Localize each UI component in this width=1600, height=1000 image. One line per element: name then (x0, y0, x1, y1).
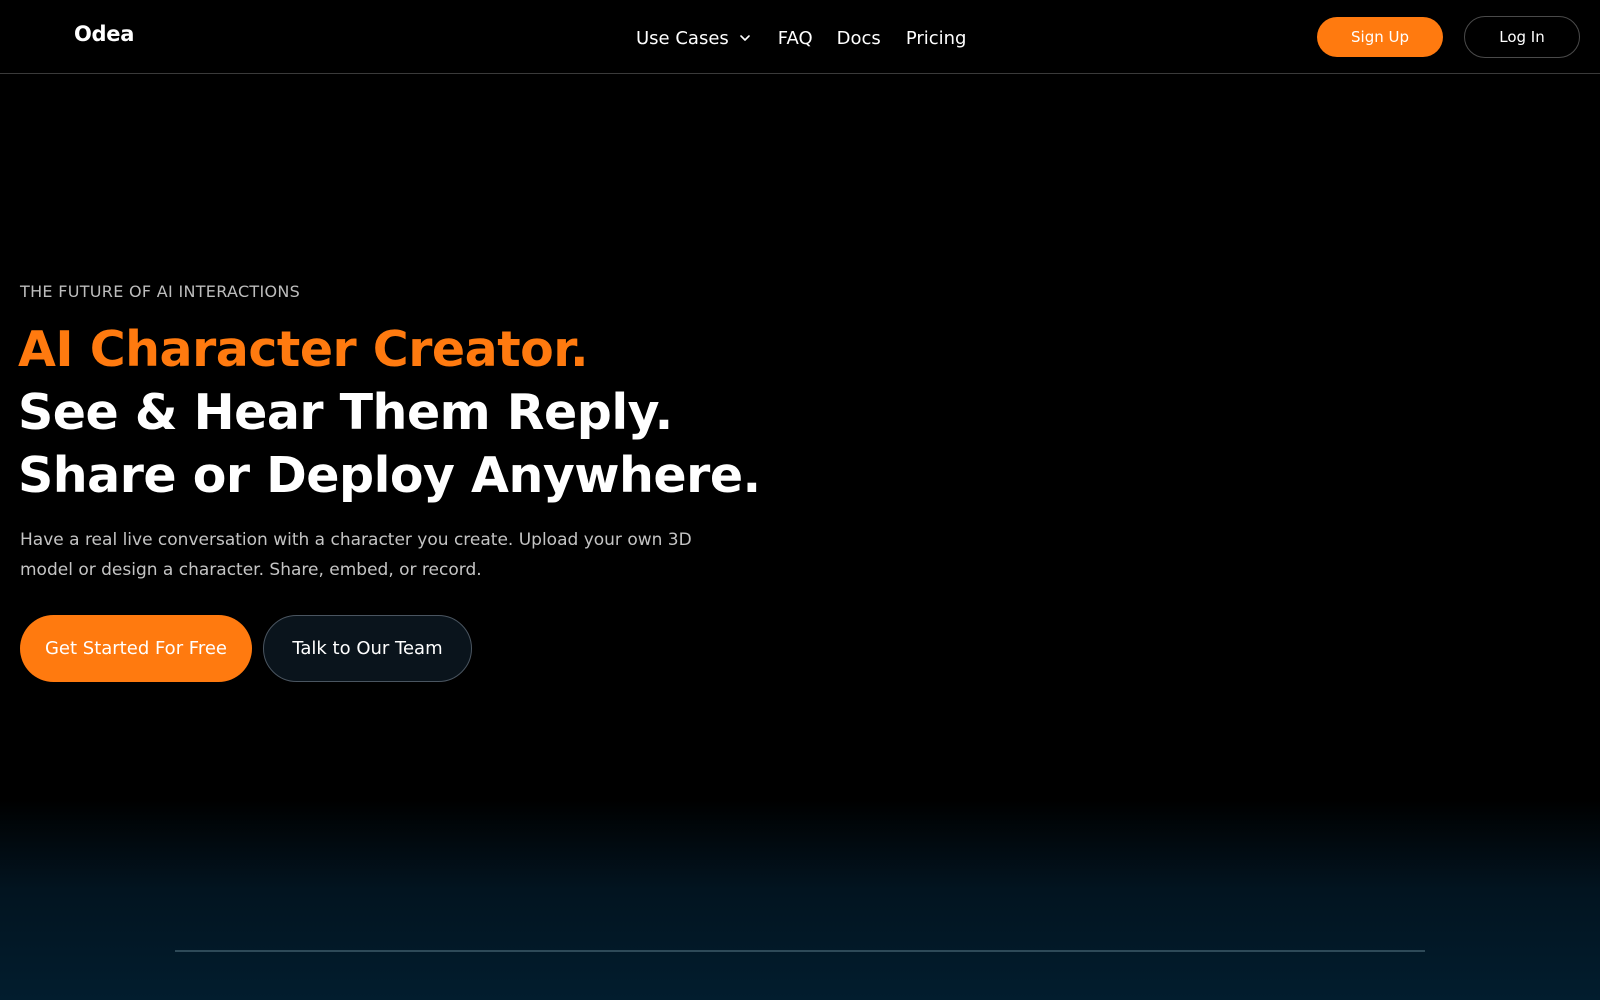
log-in-button[interactable]: Log In (1464, 16, 1580, 58)
talk-to-team-button[interactable]: Talk to Our Team (263, 615, 472, 682)
main-nav: Use Cases FAQ Docs Pricing (636, 25, 966, 51)
chevron-down-icon (738, 31, 752, 45)
site-header: Odea Use Cases FAQ Docs Pricing Sign Up … (0, 0, 1600, 74)
section-divider (175, 950, 1425, 952)
get-started-button[interactable]: Get Started For Free (20, 615, 252, 682)
sign-up-button[interactable]: Sign Up (1317, 17, 1443, 57)
landing-page: Odea Use Cases FAQ Docs Pricing Sign Up … (0, 0, 1600, 1000)
nav-docs[interactable]: Docs (837, 28, 881, 49)
headline-line-1: AI Character Creator. (18, 321, 589, 378)
bottom-gradient-section (0, 800, 1600, 1000)
nav-use-cases-label: Use Cases (636, 27, 729, 49)
hero-headline: AI Character Creator. See & Hear Them Re… (18, 318, 761, 507)
headline-line-3: Share or Deploy Anywhere. (18, 447, 761, 504)
nav-pricing[interactable]: Pricing (906, 28, 967, 49)
nav-faq[interactable]: FAQ (778, 28, 813, 49)
nav-use-cases[interactable]: Use Cases (636, 28, 752, 49)
headline-line-2: See & Hear Them Reply. (18, 384, 673, 441)
hero-eyebrow: THE FUTURE OF AI INTERACTIONS (20, 282, 301, 301)
hero-description: Have a real live conversation with a cha… (20, 530, 692, 580)
logo[interactable]: Odea (74, 22, 134, 46)
